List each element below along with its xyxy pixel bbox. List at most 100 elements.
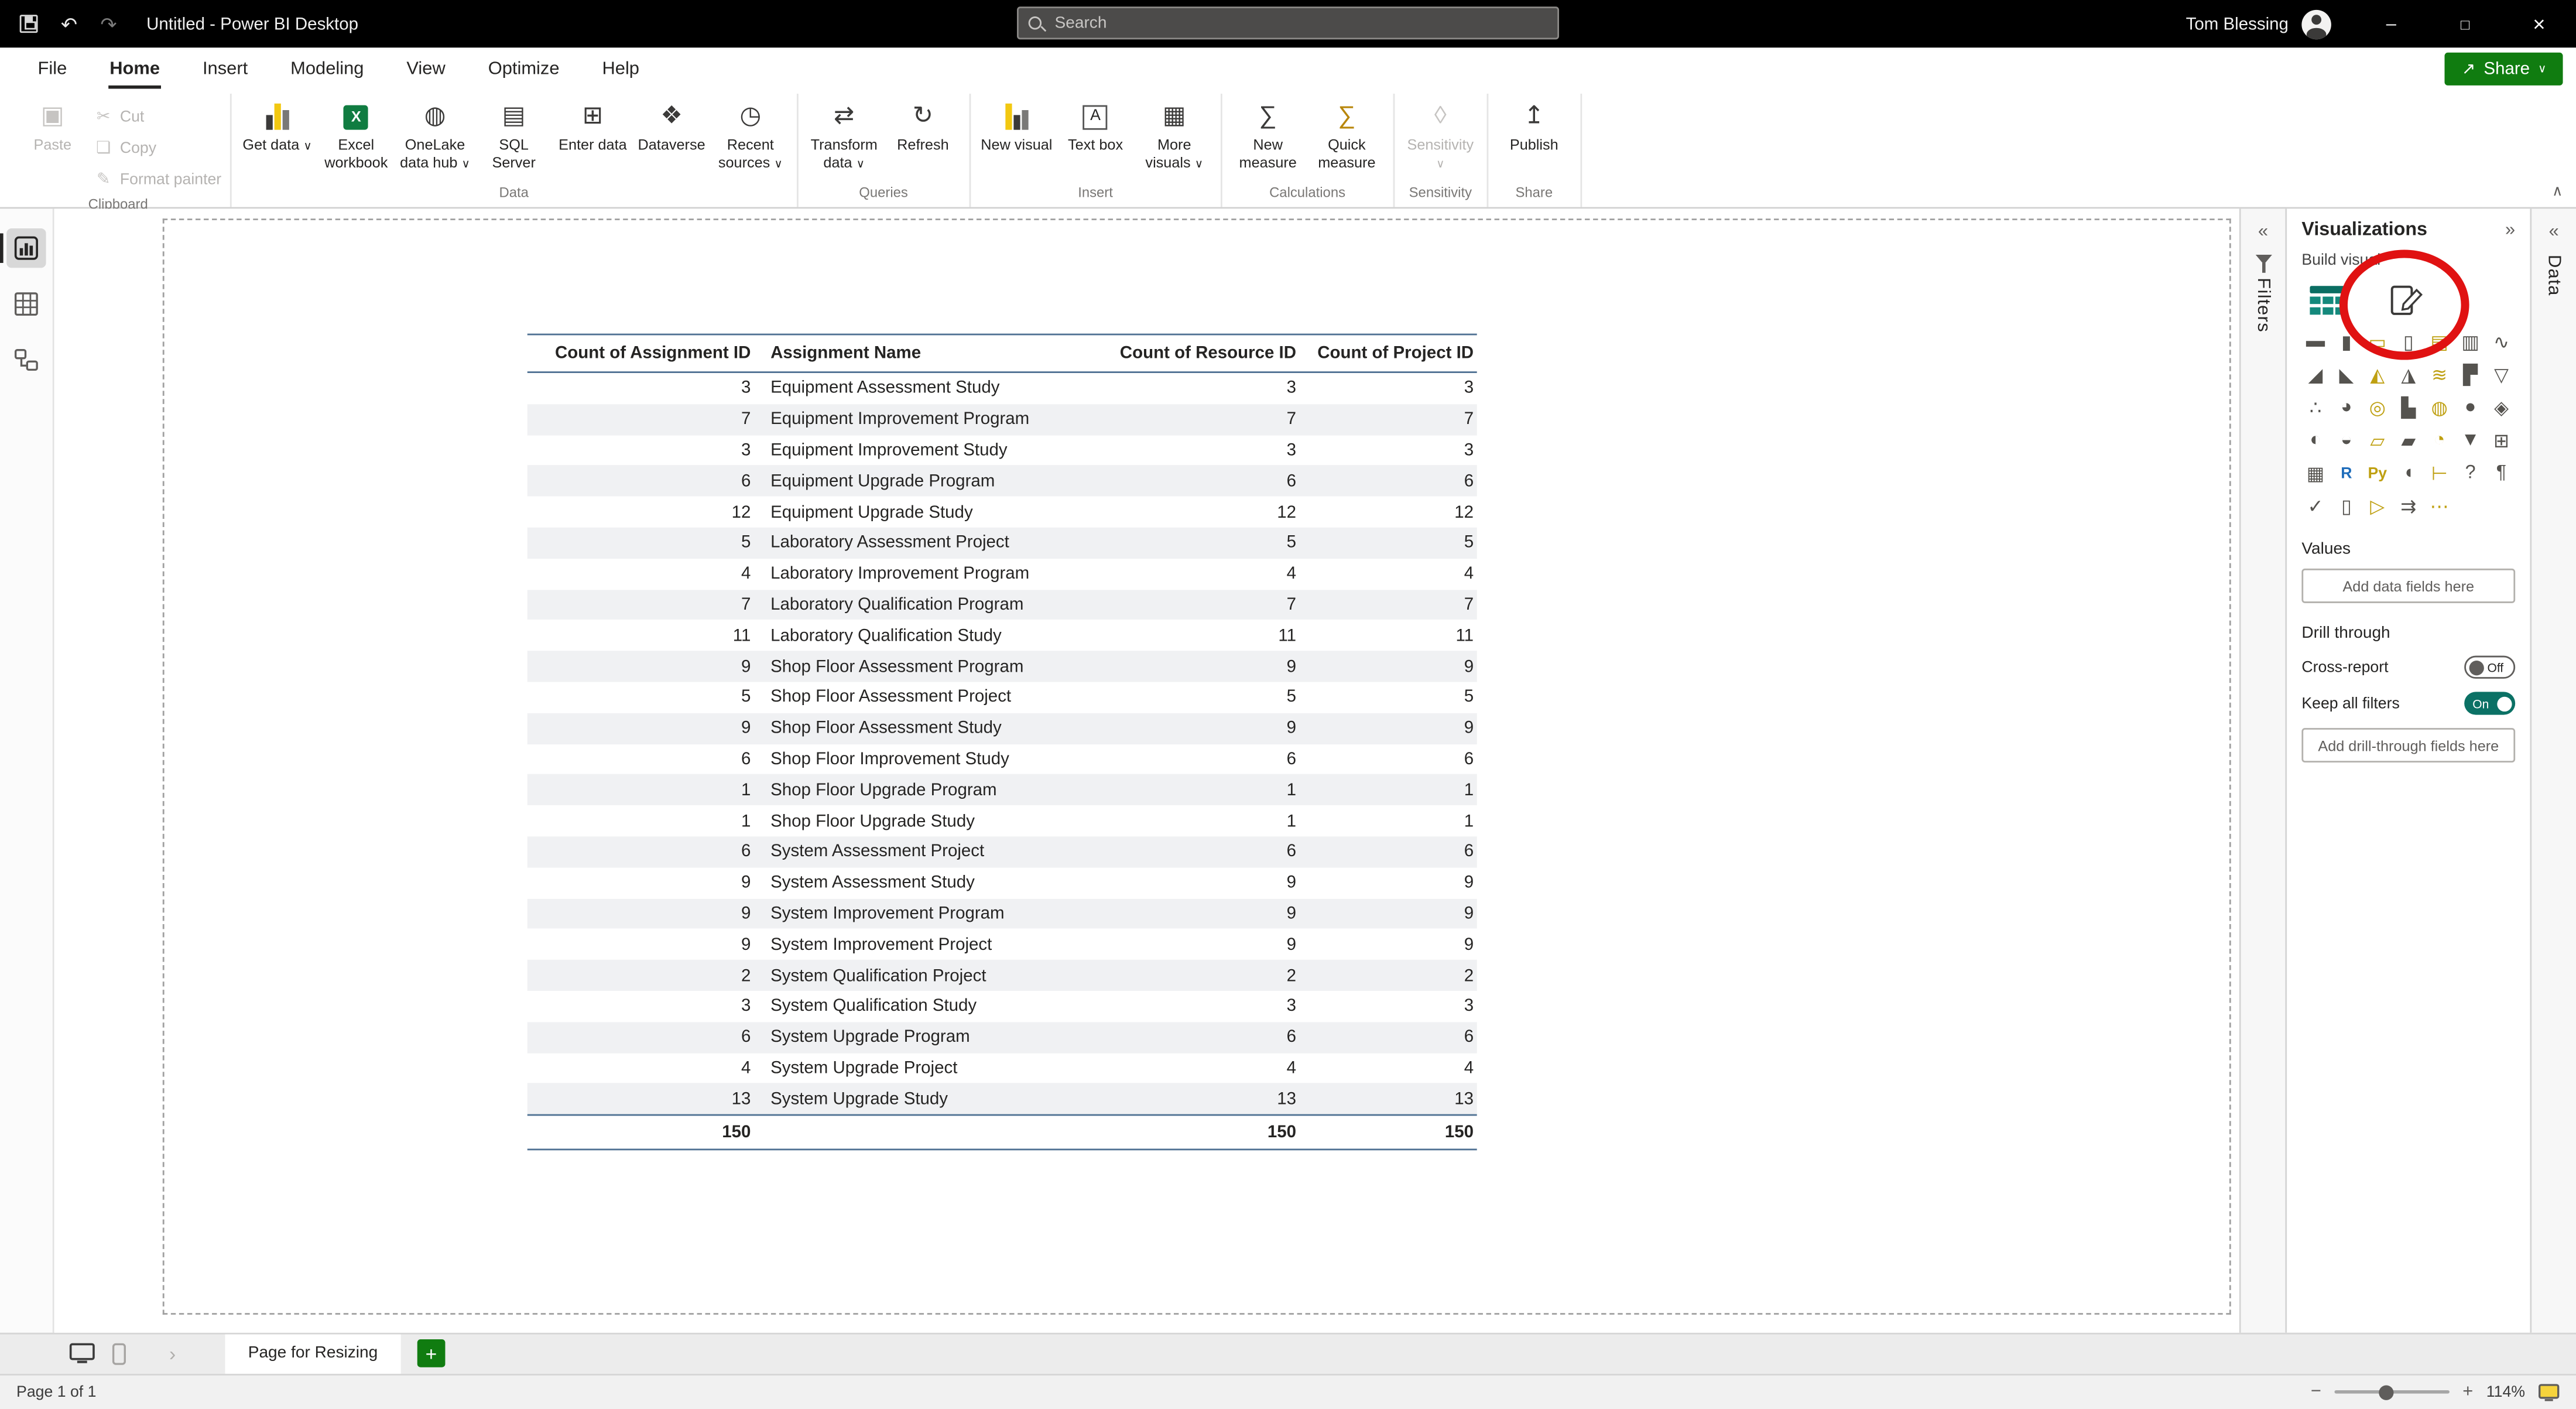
- table-row[interactable]: 7 Laboratory Qualification Program 7 7: [527, 589, 1477, 620]
- visual-decomposition-tree[interactable]: ⊢: [2426, 460, 2453, 487]
- cross-report-toggle[interactable]: Off: [2464, 656, 2515, 679]
- table-row[interactable]: 6 System Upgrade Program 6 6: [527, 1022, 1477, 1053]
- table-row[interactable]: 9 System Assessment Study 9 9: [527, 867, 1477, 898]
- model-view-button[interactable]: [6, 340, 46, 379]
- visual-stacked-column-chart[interactable]: ▮: [2332, 329, 2360, 355]
- format-painter-button[interactable]: ✎ Format painter: [94, 167, 221, 192]
- quick-measure-button[interactable]: ∑ Quick measure: [1309, 94, 1385, 172]
- minimize-button[interactable]: –: [2354, 0, 2428, 47]
- visual-metrics[interactable]: ✓: [2301, 493, 2329, 519]
- menu-item[interactable]: Modeling: [269, 47, 385, 90]
- visual-scatter-chart[interactable]: ∴: [2301, 394, 2329, 420]
- visual-get-more[interactable]: ⋯: [2426, 493, 2453, 519]
- next-page-icon[interactable]: ›: [166, 1342, 179, 1364]
- visual-stacked-area-chart[interactable]: ◣: [2332, 361, 2360, 388]
- zoom-slider[interactable]: [2334, 1390, 2449, 1394]
- table-row[interactable]: 6 Shop Floor Improvement Study 6 6: [527, 744, 1477, 775]
- column-header[interactable]: Count of Resource ID: [1102, 343, 1300, 363]
- visual-waterfall-chart[interactable]: ▛: [2457, 361, 2484, 388]
- column-header[interactable]: Assignment Name: [754, 343, 1102, 363]
- mobile-layout-icon[interactable]: [112, 1342, 126, 1364]
- fit-to-page-icon[interactable]: [2538, 1383, 2559, 1401]
- expand-data-icon[interactable]: «: [2549, 222, 2559, 242]
- visual-multi-row-card[interactable]: ▰: [2395, 428, 2422, 454]
- menu-item[interactable]: Optimize: [467, 47, 581, 90]
- add-page-button[interactable]: +: [417, 1339, 446, 1367]
- visual-clustered-bar-chart[interactable]: ▭: [2363, 329, 2391, 355]
- transform-data-button[interactable]: ⇄ Transform data ∨: [806, 94, 882, 172]
- visual-shape-map[interactable]: ◈: [2488, 394, 2515, 420]
- table-row[interactable]: 9 System Improvement Project 9 9: [527, 929, 1477, 960]
- report-view-button[interactable]: [6, 228, 46, 268]
- menu-item[interactable]: View: [385, 47, 467, 90]
- menu-item[interactable]: Home: [88, 47, 181, 90]
- maximize-button[interactable]: □: [2428, 0, 2502, 47]
- sensitivity-button[interactable]: ◊ Sensitivity ∨: [1403, 94, 1478, 172]
- visual-funnel-chart[interactable]: ▽: [2488, 361, 2515, 388]
- visual-pie-chart[interactable]: ◕: [2332, 394, 2360, 420]
- expand-filters-icon[interactable]: «: [2258, 222, 2268, 242]
- page-tab[interactable]: Page for Resizing: [225, 1333, 400, 1373]
- table-row[interactable]: 1 Shop Floor Upgrade Program 1 1: [527, 775, 1477, 806]
- table-row[interactable]: 3 Equipment Assessment Study 3 3: [527, 373, 1477, 404]
- enter-data-button[interactable]: ⊞ Enter data: [555, 94, 631, 154]
- table-row[interactable]: 9 Shop Floor Assessment Program 9 9: [527, 651, 1477, 682]
- visual-line-chart[interactable]: ∿: [2488, 329, 2515, 355]
- table-row[interactable]: 12 Equipment Upgrade Study 12 12: [527, 497, 1477, 528]
- table-row[interactable]: 6 Equipment Upgrade Program 6 6: [527, 466, 1477, 497]
- table-visual[interactable]: Count of Assignment ID Assignment Name C…: [527, 334, 1477, 1151]
- visual-smart-narrative[interactable]: ¶: [2488, 460, 2515, 487]
- visual-map[interactable]: ◍: [2426, 394, 2453, 420]
- table-row[interactable]: 3 System Qualification Study 3 3: [527, 991, 1477, 1022]
- visual-table[interactable]: ⊞: [2488, 428, 2515, 454]
- save-icon[interactable]: [20, 15, 38, 33]
- recent-sources-button[interactable]: ◷ Recent sources ∨: [712, 94, 788, 172]
- table-row[interactable]: 3 Equipment Improvement Study 3 3: [527, 435, 1477, 466]
- column-header[interactable]: Count of Assignment ID: [527, 343, 754, 363]
- visual-100-stacked-column-chart[interactable]: ▥: [2457, 329, 2484, 355]
- visual-line-clustered-column-chart[interactable]: ◮: [2395, 361, 2422, 388]
- table-row[interactable]: 4 System Upgrade Project 4 4: [527, 1052, 1477, 1083]
- drill-through-field-well[interactable]: Add drill-through fields here: [2301, 728, 2515, 762]
- visual-clustered-column-chart[interactable]: ▯: [2395, 329, 2422, 355]
- paste-button[interactable]: ▣ Paste: [15, 94, 90, 154]
- visual-line-stacked-column-chart[interactable]: ◭: [2363, 361, 2391, 388]
- zoom-level[interactable]: 114%: [2486, 1383, 2525, 1401]
- table-row[interactable]: 6 System Assessment Project 6 6: [527, 836, 1477, 867]
- visual-power-automate[interactable]: ⇉: [2395, 493, 2422, 519]
- visual-python[interactable]: Py: [2363, 460, 2391, 487]
- visual-q-and-a[interactable]: ?: [2457, 460, 2484, 487]
- zoom-in-button[interactable]: +: [2462, 1382, 2473, 1402]
- visual-filled-map[interactable]: ●: [2457, 394, 2484, 420]
- visual-ribbon-chart[interactable]: ≋: [2426, 361, 2453, 388]
- visual-kpi[interactable]: ◔: [2426, 428, 2453, 454]
- table-row[interactable]: 11 Laboratory Qualification Study 11 11: [527, 620, 1477, 651]
- share-button[interactable]: ↗ Share ∨: [2445, 53, 2563, 86]
- refresh-button[interactable]: ↻ Refresh: [885, 94, 961, 154]
- visual-key-influencers[interactable]: ◖: [2395, 460, 2422, 487]
- column-header[interactable]: Count of Project ID: [1300, 343, 1477, 363]
- publish-button[interactable]: ↥ Publish: [1496, 94, 1572, 154]
- build-visual-tab[interactable]: [2305, 279, 2351, 322]
- search-input[interactable]: [1051, 12, 1547, 33]
- zoom-slider-handle[interactable]: [2378, 1384, 2393, 1399]
- close-button[interactable]: ×: [2502, 0, 2576, 47]
- user-avatar-icon[interactable]: [2301, 9, 2331, 39]
- visual-power-apps[interactable]: ▷: [2363, 493, 2391, 519]
- data-pane-label[interactable]: Data: [2544, 255, 2564, 296]
- table-row[interactable]: 5 Shop Floor Assessment Project 5 5: [527, 682, 1477, 713]
- user-name[interactable]: Tom Blessing: [2186, 14, 2289, 34]
- table-row[interactable]: 5 Laboratory Assessment Project 5 5: [527, 528, 1477, 559]
- menu-item[interactable]: Insert: [181, 47, 269, 90]
- visual-gauge[interactable]: ◒: [2332, 428, 2360, 454]
- more-visuals-button[interactable]: ▦ More visuals ∨: [1136, 94, 1212, 172]
- visual-slicer[interactable]: ▼: [2457, 428, 2484, 454]
- visual-100-stacked-bar-chart[interactable]: ▤: [2426, 329, 2453, 355]
- new-visual-button[interactable]: New visual: [979, 94, 1054, 154]
- redo-icon[interactable]: ↷: [100, 14, 117, 34]
- onelake-data-hub-button[interactable]: ◍ OneLake data hub ∨: [397, 94, 472, 172]
- report-canvas[interactable]: Count of Assignment ID Assignment Name C…: [54, 208, 2239, 1332]
- table-view-button[interactable]: [6, 284, 46, 323]
- table-row[interactable]: 13 System Upgrade Study 13 13: [527, 1083, 1477, 1114]
- excel-workbook-button[interactable]: X Excel workbook: [318, 94, 394, 172]
